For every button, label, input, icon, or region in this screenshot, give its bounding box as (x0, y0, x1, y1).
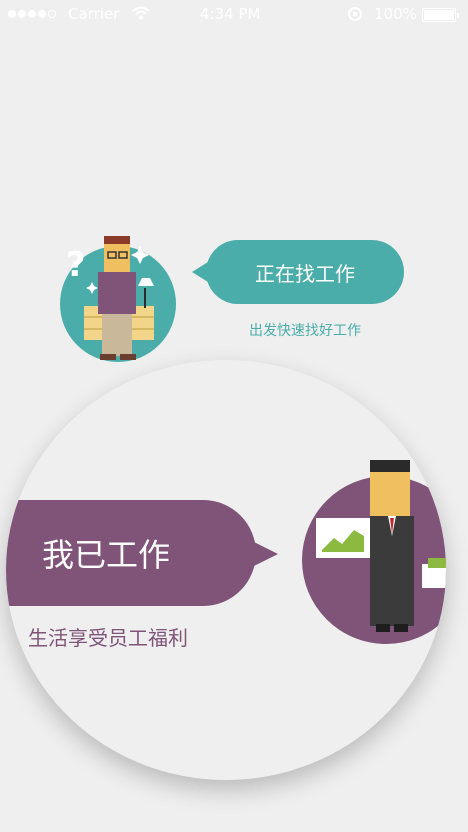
job-seeker-illustration: ? (58, 230, 180, 364)
seeking-job-title: 正在找工作 (255, 261, 355, 286)
lock-rotation-icon (346, 5, 364, 27)
employee-illustration (302, 460, 446, 660)
employed-button[interactable]: 我已工作 (6, 500, 278, 606)
carrier-label: Carrier (68, 5, 120, 23)
battery-icon (422, 8, 459, 22)
svg-text:?: ? (66, 245, 86, 285)
employed-subtitle: 生活享受员工福利 (28, 626, 188, 650)
employed-title: 我已工作 (42, 536, 171, 574)
wifi-icon (131, 5, 151, 25)
option-seeking-job[interactable]: ? 正在找工作 出发快速找好工作 (0, 210, 468, 362)
status-bar: Carrier 4:34 PM 100% (0, 0, 468, 30)
battery-percent: 100% (374, 5, 417, 23)
seeking-job-subtitle: 出发快速找好工作 (249, 323, 361, 339)
seeking-job-button[interactable]: 正在找工作 (192, 240, 404, 304)
signal-dots-icon (8, 10, 56, 18)
clock-time: 4:34 PM (200, 5, 261, 23)
option-employed[interactable]: 我已工作 生活享受员工福利 (6, 360, 446, 780)
